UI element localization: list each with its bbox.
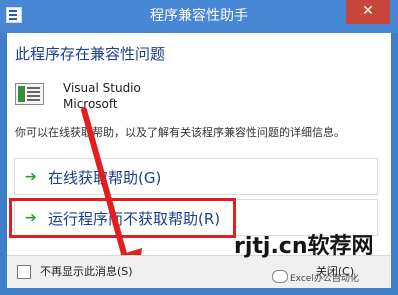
program-icon [15, 83, 44, 105]
program-name: Visual Studio [63, 81, 141, 95]
window-title: 程序兼容性助手 [150, 8, 248, 24]
title-bar: 程序兼容性助手 ✕ [0, 0, 398, 33]
dialog-heading: 此程序存在兼容性问题 [15, 45, 166, 63]
watermark-sub: Excel办公自动化 [290, 274, 359, 284]
highlight-box [9, 198, 236, 238]
program-info: Visual Studio Microsoft [63, 80, 141, 112]
watermark: rjtj.cn软荐网 [234, 234, 374, 259]
close-window-button[interactable]: ✕ [346, 0, 390, 24]
info-text: 你可以在线获取帮助，以及了解有关该程序兼容性问题的详细信息。 [15, 126, 345, 139]
program-publisher: Microsoft [63, 97, 118, 111]
dont-show-checkbox[interactable] [17, 265, 31, 279]
wechat-icon [272, 270, 288, 283]
dont-show-label: 不再显示此消息(S) [40, 265, 133, 278]
option-get-help-online[interactable]: ➔ 在线获取帮助(G) [14, 158, 378, 195]
option-label: 在线获取帮助(G) [48, 169, 162, 187]
green-arrow-icon: ➔ [25, 169, 37, 185]
